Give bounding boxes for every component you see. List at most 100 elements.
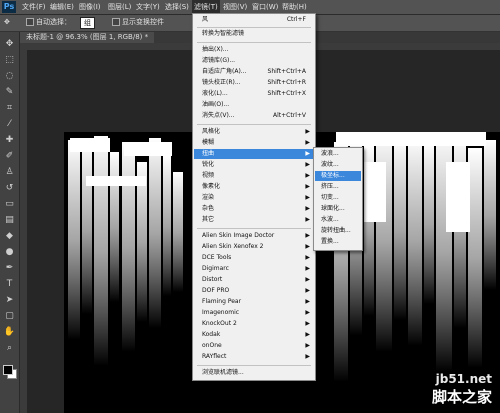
quick-select-icon[interactable]: ✎ [3,86,16,99]
distort-submenu: 波浪... 波纹... 极坐标... 挤压... 切变... 球面化... 水波… [313,147,363,251]
type-icon[interactable]: T [3,278,16,291]
shape-icon[interactable]: ▢ [3,310,16,323]
history-brush-icon[interactable]: ↺ [3,182,16,195]
submenu-arrow-icon: ▶ [305,287,310,294]
menu-item-imagenomic[interactable]: Imagenomic ▶ [194,308,314,318]
menu-item-vanishing-point[interactable]: 消失点(V)... Alt+Ctrl+V [194,111,314,121]
eyedropper-icon[interactable]: ⁄ [3,118,16,131]
menu-item-other[interactable]: 其它 ▶ [194,215,314,225]
menu-item-distort[interactable]: 扭曲 ▶ [194,149,314,159]
watermark-name: 脚本之家 [431,388,492,406]
watermark-url: jb51.net [435,372,492,386]
auto-select-checkbox[interactable]: 自动选择： [26,17,71,28]
lasso-icon[interactable]: ◌ [3,70,16,83]
menu-item-digimarc[interactable]: Digimarc ▶ [194,264,314,274]
menu-item-knockout[interactable]: KnockOut 2 ▶ [194,319,314,329]
brush-icon[interactable]: ✐ [3,150,16,163]
menu-item-distort-plugin[interactable]: Distort ▶ [194,275,314,285]
menu-edit[interactable]: 编辑(E) [48,0,76,14]
submenu-item-zigzag[interactable]: 水波... [315,215,361,225]
menu-item-extract[interactable]: 抽出(X)... [194,45,314,55]
menu-item-sharpen[interactable]: 锐化 ▶ [194,160,314,170]
submenu-arrow-icon: ▶ [305,172,310,179]
submenu-arrow-icon: ▶ [305,309,310,316]
submenu-item-polar-coordinates[interactable]: 极坐标... [315,171,361,181]
zoom-icon[interactable]: ⌕ [3,342,16,355]
menu-item-onone[interactable]: onOne ▶ [194,341,314,351]
eraser-icon[interactable]: ▭ [3,198,16,211]
menu-view[interactable]: 视图(V) [221,0,249,14]
menu-item-video[interactable]: 视频 ▶ [194,171,314,181]
menu-item-alien-skin-xenofex[interactable]: Alien Skin Xenofex 2 ▶ [194,242,314,252]
hand-icon[interactable]: ✋ [3,326,16,339]
menu-window[interactable]: 窗口(W) [250,0,280,14]
menu-item-convert-smart-filter[interactable]: 转换为智能滤镜 [194,29,314,39]
show-transform-label: 显示变换控件 [122,18,164,26]
menu-item-oil-paint[interactable]: 油画(O)... [194,100,314,110]
move-icon[interactable]: ✥ [3,38,16,51]
menu-item-last-filter[interactable]: 风 Ctrl+F [194,15,314,25]
menu-item-kodak[interactable]: Kodak ▶ [194,330,314,340]
submenu-arrow-icon: ▶ [305,320,310,327]
menu-image[interactable]: 图像(I) [77,0,103,14]
menu-item-lens-correction[interactable]: 镜头校正(R)... Shift+Ctrl+R [194,78,314,88]
submenu-item-pinch[interactable]: 挤压... [315,182,361,192]
healing-brush-icon[interactable]: ✚ [3,134,16,147]
submenu-arrow-icon: ▶ [305,254,310,261]
submenu-arrow-icon: ▶ [305,161,310,168]
pen-icon[interactable]: ✒ [3,262,16,275]
submenu-arrow-icon: ▶ [305,276,310,283]
submenu-arrow-icon: ▶ [305,265,310,272]
menu-item-noise[interactable]: 杂色 ▶ [194,204,314,214]
submenu-arrow-icon: ▶ [305,232,310,239]
submenu-item-spherize[interactable]: 球面化... [315,204,361,214]
gradient-icon[interactable]: ▤ [3,214,16,227]
menu-help[interactable]: 帮助(H) [280,0,309,14]
menu-item-browse-online-filters[interactable]: 浏览联机滤镜... [194,368,314,378]
menu-separator [197,228,311,229]
photoshop-logo: Ps [2,1,16,13]
menu-layer[interactable]: 图层(L) [106,0,133,14]
move-tool-icon[interactable]: ✥ [4,17,10,28]
auto-select-dropdown[interactable]: 组 [80,17,95,29]
submenu-arrow-icon: ▶ [305,298,310,305]
submenu-item-wave[interactable]: 波浪... [315,149,361,159]
menu-type[interactable]: 文字(Y) [134,0,162,14]
menu-item-rayflect[interactable]: RAYflect ▶ [194,352,314,362]
menu-item-dof-pro[interactable]: DOF PRO ▶ [194,286,314,296]
dodge-icon[interactable]: ● [3,246,16,259]
menu-filter[interactable]: 滤镜(T) [192,0,220,14]
menu-item-alien-skin-image-doctor[interactable]: Alien Skin Image Doctor ▶ [194,231,314,241]
foreground-color-swatch[interactable] [3,365,13,375]
menu-separator [197,124,311,125]
menu-item-dce-tools[interactable]: DCE Tools ▶ [194,253,314,263]
submenu-item-displace[interactable]: 置换... [315,237,361,247]
menu-select[interactable]: 选择(S) [163,0,191,14]
menu-item-render[interactable]: 渲染 ▶ [194,193,314,203]
submenu-item-twirl[interactable]: 旋转扭曲... [315,226,361,236]
submenu-item-shear[interactable]: 切变... [315,193,361,203]
menu-separator [197,42,311,43]
menu-item-filter-gallery[interactable]: 滤镜库(G)... [194,56,314,66]
submenu-arrow-icon: ▶ [305,139,310,146]
submenu-item-ripple[interactable]: 波纹... [315,160,361,170]
menu-item-blur[interactable]: 模糊 ▶ [194,138,314,148]
site-watermark: jb51.net 脚本之家 [432,372,492,407]
menu-separator [197,365,311,366]
menu-item-liquify[interactable]: 液化(L)... Shift+Ctrl+X [194,89,314,99]
path-select-icon[interactable]: ➤ [3,294,16,307]
crop-icon[interactable]: ⌗ [3,102,16,115]
submenu-arrow-icon: ▶ [305,243,310,250]
submenu-arrow-icon: ▶ [305,128,310,135]
submenu-arrow-icon: ▶ [305,194,310,201]
menu-item-stylize[interactable]: 风格化 ▶ [194,127,314,137]
menu-file[interactable]: 文件(F) [20,0,48,14]
clone-stamp-icon[interactable]: ♙ [3,166,16,179]
menu-item-pixelate[interactable]: 像素化 ▶ [194,182,314,192]
menu-item-adaptive-wide-angle[interactable]: 自适应广角(A)... Shift+Ctrl+A [194,67,314,77]
blur-icon[interactable]: ◆ [3,230,16,243]
show-transform-checkbox[interactable]: 显示变换控件 [112,17,164,28]
menu-item-flaming-pear[interactable]: Flaming Pear ▶ [194,297,314,307]
document-tab[interactable]: 未标题-1 @ 96.3% (图层 1, RGB/8) * [20,32,155,43]
marquee-icon[interactable]: ⬚ [3,54,16,67]
